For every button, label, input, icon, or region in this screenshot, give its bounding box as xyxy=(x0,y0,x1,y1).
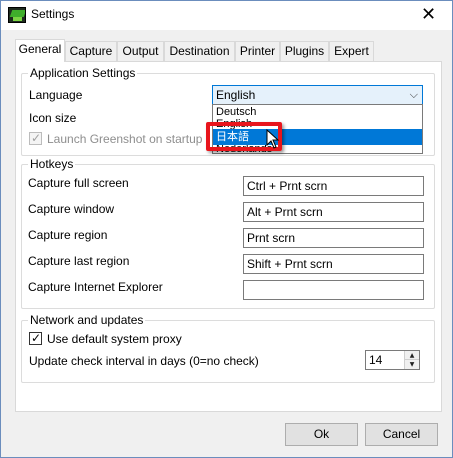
use-default-proxy-checkbox[interactable]: ✓ xyxy=(29,331,42,345)
update-interval-value: 14 xyxy=(369,353,383,367)
title-bar[interactable]: Settings ✕ xyxy=(1,1,452,30)
tab-output[interactable]: Output xyxy=(117,41,164,61)
launch-on-startup-label: Launch Greenshot on startup xyxy=(47,132,203,146)
window-title: Settings xyxy=(31,7,75,21)
use-default-proxy-label: Use default system proxy xyxy=(47,332,182,346)
language-label: Language xyxy=(29,88,83,102)
hotkey-label-region: Capture region xyxy=(28,228,108,242)
mouse-pointer-icon xyxy=(266,129,280,149)
hotkey-label-window: Capture window xyxy=(28,202,115,216)
icon-size-label: Icon size xyxy=(29,111,77,125)
update-interval-spinner[interactable]: 14 ▲ ▼ xyxy=(365,350,420,370)
hotkey-input-full-screen[interactable]: Ctrl + Prnt scrn xyxy=(243,176,424,196)
hotkey-input-region[interactable]: Prnt scrn xyxy=(243,228,424,248)
hotkey-input-internet-explorer[interactable] xyxy=(243,280,424,300)
spin-down-icon[interactable]: ▼ xyxy=(405,360,419,369)
ok-button[interactable]: Ok xyxy=(285,423,358,446)
tab-printer[interactable]: Printer xyxy=(235,41,280,61)
hotkey-label-full-screen: Capture full screen xyxy=(28,176,129,190)
language-select-value: English xyxy=(216,88,256,102)
close-icon: ✕ xyxy=(420,4,437,25)
tab-expert[interactable]: Expert xyxy=(329,41,374,61)
chevron-down-icon: ⌵ xyxy=(409,88,418,101)
cancel-button[interactable]: Cancel xyxy=(365,423,438,446)
hotkey-input-last-region[interactable]: Shift + Prnt scrn xyxy=(243,254,424,274)
launch-on-startup-checkbox[interactable]: ✓ xyxy=(29,131,42,145)
close-button[interactable]: ✕ xyxy=(406,1,451,30)
tab-plugins[interactable]: Plugins xyxy=(280,41,329,61)
greenshot-app-icon xyxy=(8,7,26,23)
network-updates-title: Network and updates xyxy=(28,313,146,327)
checkmark-icon: ✓ xyxy=(31,131,42,145)
hotkey-input-window[interactable]: Alt + Prnt scrn xyxy=(243,202,424,222)
spin-up-icon[interactable]: ▲ xyxy=(405,351,419,360)
language-select[interactable]: English ⌵ xyxy=(212,85,423,105)
spinner-buttons: ▲ ▼ xyxy=(404,351,419,369)
hotkeys-title: Hotkeys xyxy=(28,157,76,171)
language-option-deutsch[interactable]: Deutsch xyxy=(213,106,422,118)
hotkey-label-internet-explorer: Capture Internet Explorer xyxy=(28,280,163,294)
update-interval-label: Update check interval in days (0=no chec… xyxy=(29,354,259,368)
tab-destination[interactable]: Destination xyxy=(164,41,235,61)
tab-general[interactable]: General xyxy=(15,39,65,62)
checkmark-icon: ✓ xyxy=(31,331,42,345)
hotkey-label-last-region: Capture last region xyxy=(28,254,130,268)
settings-window: Settings ✕ General Capture Output Destin… xyxy=(0,0,453,458)
application-settings-title: Application Settings xyxy=(28,66,138,80)
tab-capture[interactable]: Capture xyxy=(65,41,117,61)
